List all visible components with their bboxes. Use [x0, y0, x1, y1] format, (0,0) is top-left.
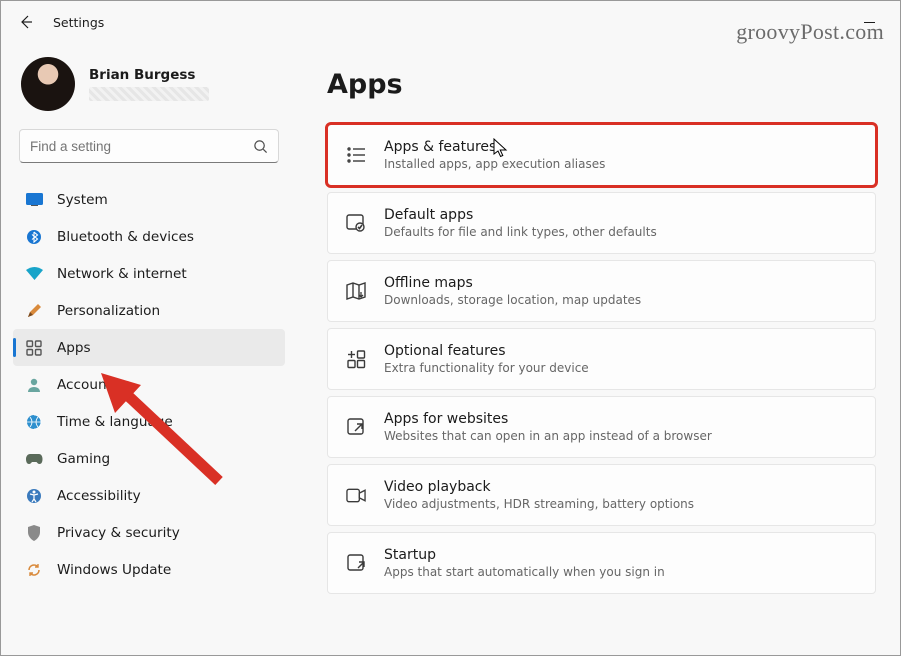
- avatar: [21, 57, 75, 111]
- nav-label: Accounts: [57, 377, 119, 393]
- video-icon: [346, 485, 366, 505]
- clock-globe-icon: [25, 413, 43, 431]
- back-button[interactable]: [9, 5, 43, 39]
- shield-icon: [25, 524, 43, 542]
- startup-icon: [346, 553, 366, 573]
- nav-label: Apps: [57, 340, 91, 356]
- minimize-icon: [864, 17, 875, 28]
- nav-label: System: [57, 192, 108, 208]
- nav-label: Windows Update: [57, 562, 171, 578]
- wifi-icon: [25, 265, 43, 283]
- nav-item-accessibility[interactable]: Accessibility: [13, 477, 285, 514]
- brush-icon: [25, 302, 43, 320]
- card-startup[interactable]: Startup Apps that start automatically wh…: [327, 532, 876, 594]
- website-app-icon: [346, 417, 366, 437]
- back-arrow-icon: [18, 14, 34, 30]
- apps-icon: [25, 339, 43, 357]
- page-title: Apps: [327, 69, 876, 100]
- nav-label: Time & language: [57, 414, 173, 430]
- window-title: Settings: [53, 15, 104, 30]
- nav-label: Accessibility: [57, 488, 141, 504]
- card-apps-features[interactable]: Apps & features Installed apps, app exec…: [327, 124, 876, 186]
- card-subtitle: Installed apps, app execution aliases: [384, 157, 857, 171]
- nav-item-accounts[interactable]: Accounts: [13, 366, 285, 403]
- card-subtitle: Extra functionality for your device: [384, 361, 857, 375]
- nav-item-privacy[interactable]: Privacy & security: [13, 514, 285, 551]
- card-apps-for-websites[interactable]: Apps for websites Websites that can open…: [327, 396, 876, 458]
- gamepad-icon: [25, 450, 43, 468]
- defaults-icon: [346, 213, 366, 233]
- card-subtitle: Websites that can open in an app instead…: [384, 429, 857, 443]
- add-apps-icon: [346, 349, 366, 369]
- accessibility-icon: [25, 487, 43, 505]
- nav-item-personalization[interactable]: Personalization: [13, 292, 285, 329]
- card-title: Video playback: [384, 479, 857, 495]
- nav-list: System Bluetooth & devices Network & int…: [11, 181, 287, 588]
- nav-item-gaming[interactable]: Gaming: [13, 440, 285, 477]
- minimize-button[interactable]: [846, 7, 892, 37]
- card-title: Optional features: [384, 343, 857, 359]
- card-subtitle: Downloads, storage location, map updates: [384, 293, 857, 307]
- card-title: Startup: [384, 547, 857, 563]
- person-icon: [25, 376, 43, 394]
- titlebar: Settings: [1, 1, 900, 43]
- card-offline-maps[interactable]: Offline maps Downloads, storage location…: [327, 260, 876, 322]
- sidebar: Brian Burgess System Bluetooth & devices…: [1, 43, 293, 655]
- user-name: Brian Burgess: [89, 67, 281, 83]
- map-icon: [346, 281, 366, 301]
- card-title: Offline maps: [384, 275, 857, 291]
- nav-label: Gaming: [57, 451, 110, 467]
- main-panel: Apps Apps & features Installed apps, app…: [293, 43, 900, 655]
- card-subtitle: Defaults for file and link types, other …: [384, 225, 857, 239]
- nav-item-network[interactable]: Network & internet: [13, 255, 285, 292]
- user-email-redacted: [89, 87, 209, 101]
- update-icon: [25, 561, 43, 579]
- nav-item-system[interactable]: System: [13, 181, 285, 218]
- card-video-playback[interactable]: Video playback Video adjustments, HDR st…: [327, 464, 876, 526]
- system-icon: [25, 191, 43, 209]
- window-controls: [846, 7, 892, 37]
- search-input[interactable]: [30, 139, 253, 154]
- nav-item-update[interactable]: Windows Update: [13, 551, 285, 588]
- card-default-apps[interactable]: Default apps Defaults for file and link …: [327, 192, 876, 254]
- card-title: Default apps: [384, 207, 857, 223]
- card-title: Apps & features: [384, 139, 857, 155]
- nav-label: Bluetooth & devices: [57, 229, 194, 245]
- card-title: Apps for websites: [384, 411, 857, 427]
- search-box[interactable]: [19, 129, 279, 163]
- nav-item-bluetooth[interactable]: Bluetooth & devices: [13, 218, 285, 255]
- nav-item-apps[interactable]: Apps: [13, 329, 285, 366]
- nav-item-time[interactable]: Time & language: [13, 403, 285, 440]
- list-icon: [346, 145, 366, 165]
- search-icon: [253, 139, 268, 154]
- card-subtitle: Video adjustments, HDR streaming, batter…: [384, 497, 857, 511]
- card-optional-features[interactable]: Optional features Extra functionality fo…: [327, 328, 876, 390]
- card-subtitle: Apps that start automatically when you s…: [384, 565, 857, 579]
- bluetooth-icon: [25, 228, 43, 246]
- nav-label: Network & internet: [57, 266, 187, 282]
- user-block[interactable]: Brian Burgess: [11, 49, 287, 129]
- nav-label: Privacy & security: [57, 525, 180, 541]
- nav-label: Personalization: [57, 303, 160, 319]
